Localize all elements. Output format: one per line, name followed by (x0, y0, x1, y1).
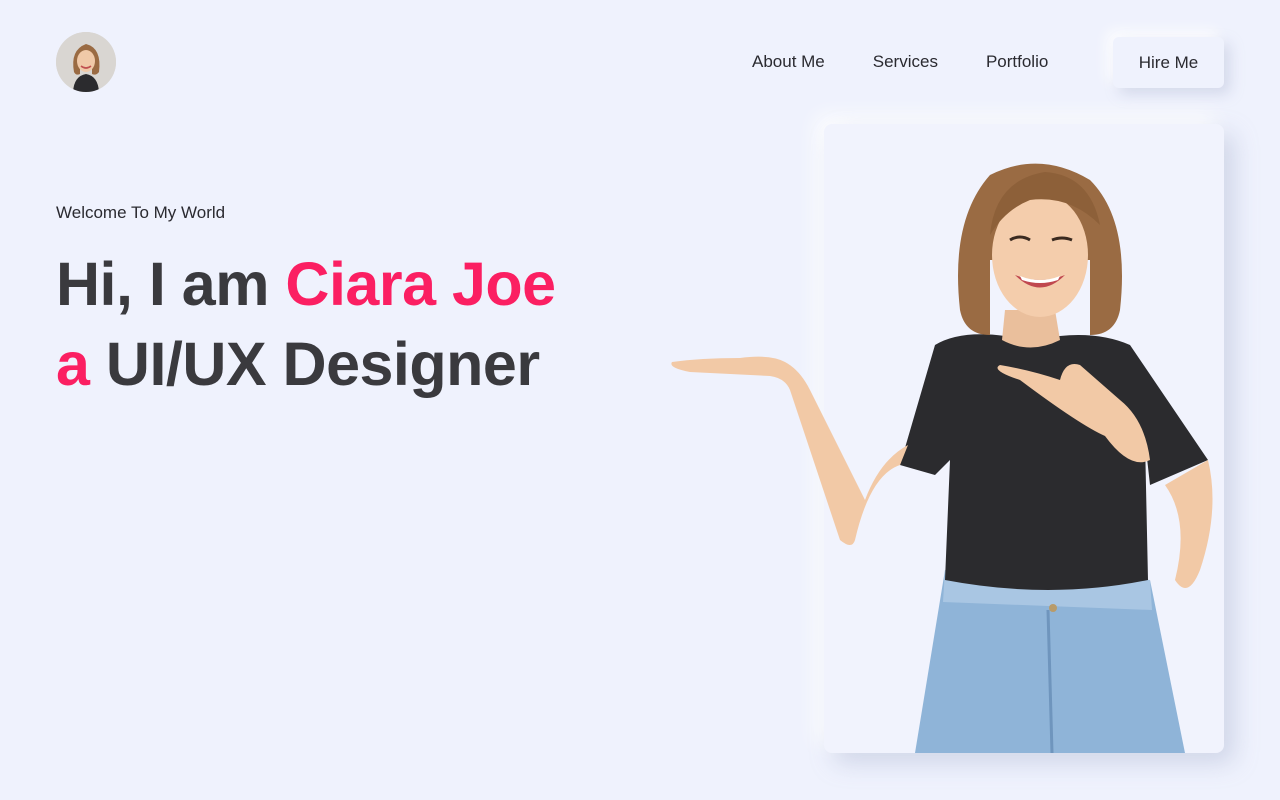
nav-portfolio[interactable]: Portfolio (986, 52, 1048, 72)
profile-avatar[interactable] (56, 32, 116, 92)
headline-article: a (56, 330, 90, 398)
welcome-text: Welcome To My World (56, 203, 226, 222)
hero-headline: Hi, I am Ciara Joe a UI/UX Designer (56, 244, 556, 404)
nav-about-me[interactable]: About Me (752, 52, 825, 72)
headline-name: Ciara Joe (285, 250, 556, 318)
main-nav: About Me Services Portfolio (752, 52, 1048, 72)
headline-prefix: Hi, I am (56, 250, 286, 318)
hire-me-button[interactable]: Hire Me (1113, 37, 1224, 88)
page: About Me Services Portfolio Hire Me Welc… (0, 0, 1280, 800)
hero-person-illustration (671, 163, 1213, 753)
nav-services[interactable]: Services (873, 52, 938, 72)
avatar-portrait-icon (56, 32, 116, 92)
headline-role: UI/UX Designer (89, 330, 540, 398)
